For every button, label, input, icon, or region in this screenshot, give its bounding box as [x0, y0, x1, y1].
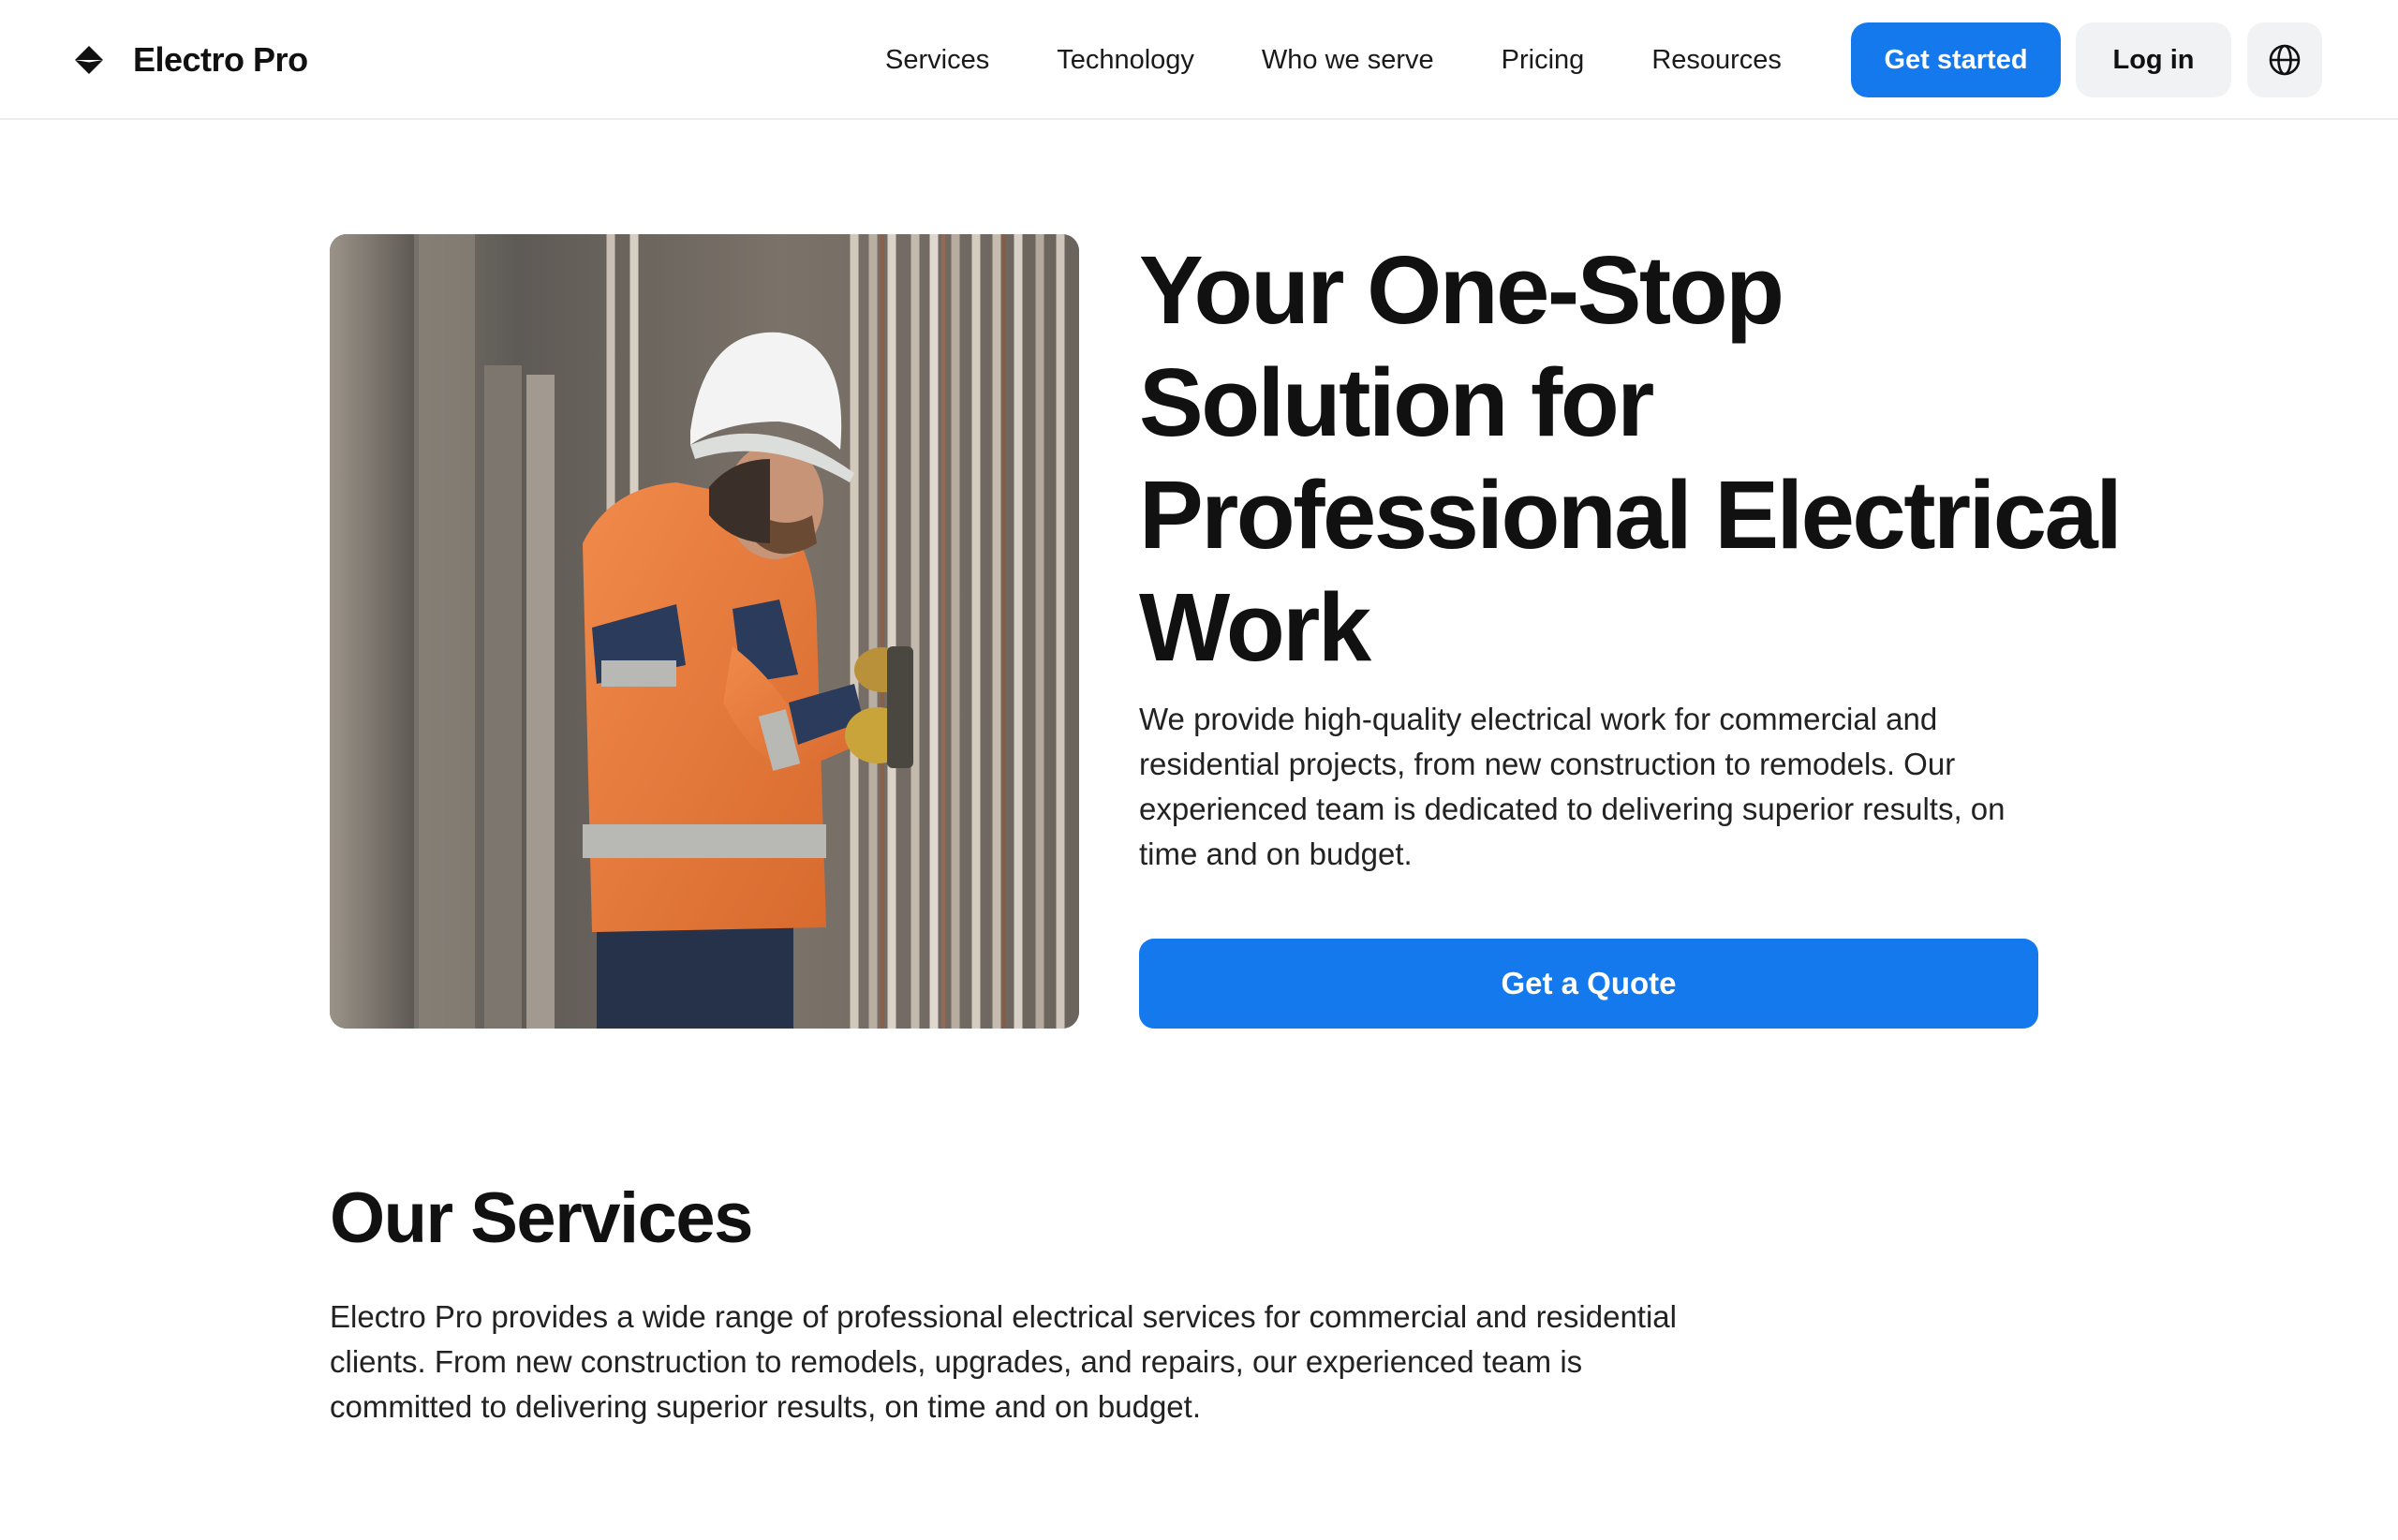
hero-description: We provide high-quality electrical work … — [1139, 702, 2006, 871]
services-heading: Our Services — [330, 1178, 753, 1258]
nav-item-services[interactable]: Services — [885, 45, 989, 76]
hero-electrician-photo — [330, 234, 1079, 1029]
nav-item-resources[interactable]: Resources — [1651, 45, 1782, 76]
diamond-logo-icon — [75, 46, 103, 74]
site-header: Electro Pro Services Technology Who we s… — [0, 0, 2398, 120]
brand-name: Electro Pro — [133, 40, 308, 79]
hero-title: Your One-Stop Solution for Professional … — [1139, 236, 2123, 681]
nav-item-who-we-serve[interactable]: Who we serve — [1262, 45, 1434, 76]
login-button[interactable]: Log in — [2076, 22, 2231, 97]
main-nav: Services Technology Who we serve Pricing… — [885, 32, 1782, 88]
services-description: Electro Pro provides a wide range of pro… — [330, 1299, 1677, 1424]
get-started-button[interactable]: Get started — [1851, 22, 2061, 97]
globe-icon — [2269, 44, 2301, 76]
brand-logo[interactable]: Electro Pro — [73, 32, 308, 88]
get-quote-button[interactable]: Get a Quote — [1139, 939, 2038, 1029]
nav-item-pricing[interactable]: Pricing — [1502, 45, 1585, 76]
language-button[interactable] — [2247, 22, 2322, 97]
nav-item-technology[interactable]: Technology — [1057, 45, 1194, 76]
